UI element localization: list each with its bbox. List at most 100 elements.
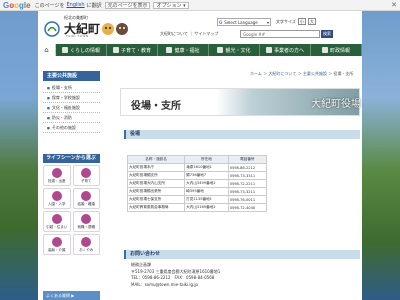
home-icon: ⌂ bbox=[44, 46, 49, 54]
title-photo-sign: 大紀町役場 bbox=[311, 99, 361, 110]
table-cell: 大紀町役場錦出張所 bbox=[126, 187, 186, 196]
nav-town-info[interactable]: 町政情報 bbox=[311, 44, 362, 56]
sidebar-item-offices[interactable]: 役場・支所 bbox=[43, 83, 100, 93]
page-title-banner: 役場・支所 大紀町役場 bbox=[120, 88, 361, 116]
table-row: 大紀町教育委員会事務局 大内山3169番地2 0598-72-4040 bbox=[126, 203, 268, 212]
sidebar-item-schools[interactable]: 保育・学校施設 bbox=[43, 93, 100, 103]
table-cell: 崎395番地 bbox=[184, 187, 229, 196]
table-cell: 0598-72-2211 bbox=[227, 179, 268, 188]
sidebar-item-disaster[interactable]: 防災・消防 bbox=[43, 113, 100, 123]
table-cell: 0598-86-2212 bbox=[227, 163, 268, 172]
translate-prompt: このページを bbox=[34, 2, 65, 9]
page-title: 役場・支所 bbox=[131, 101, 181, 112]
table-cell: 大紀町役場本庁 bbox=[126, 163, 186, 172]
chevron-down-icon: ▾ bbox=[266, 19, 269, 25]
language-select[interactable]: G Select Language ▾ bbox=[217, 18, 271, 26]
main-nav: ⌂ くらしの情報 子育て・教育 健康・福祉 観光・文化 事業者の方へ 町政情報 bbox=[38, 44, 362, 56]
life-childcare-button[interactable]: 子育て bbox=[72, 165, 100, 186]
section-heading-offices: 役場 bbox=[124, 130, 360, 139]
close-icon[interactable]: ✕ bbox=[391, 1, 397, 9]
language-link[interactable]: English bbox=[67, 2, 85, 8]
header-links[interactable]: 大紀町について ｜ サイトマップ bbox=[160, 31, 218, 37]
mascot-characters-icon bbox=[102, 23, 128, 35]
nav-business[interactable]: 事業者の方へ bbox=[260, 44, 311, 56]
table-cell: 大紀町教育委員会事務局 bbox=[126, 203, 186, 212]
nav-childcare[interactable]: 子育て・教育 bbox=[107, 44, 158, 56]
table-row: 大紀町役場錦出張所 崎395番地 0598-73-3211 bbox=[126, 187, 268, 196]
options-button[interactable]: オプション ▾ bbox=[153, 1, 189, 9]
sidebar-menu: 役場・支所 保育・学校施設 文化・福祉施設 防災・消防 その他の施設 bbox=[43, 83, 100, 133]
life-school-button[interactable]: 入園・入学 bbox=[43, 188, 71, 209]
life-bereavement-button[interactable]: おくやみ bbox=[72, 234, 100, 255]
house-icon bbox=[51, 214, 62, 224]
font-small-button[interactable]: 小 bbox=[297, 18, 306, 25]
table-cell: 0598-73-3211 bbox=[227, 187, 268, 196]
building-icon bbox=[265, 47, 272, 53]
camera-icon bbox=[217, 47, 224, 53]
heart-icon bbox=[166, 47, 173, 53]
logo-english: TAIKI TOWN bbox=[66, 34, 89, 38]
life-employment-button[interactable]: 就職・退職 bbox=[72, 211, 100, 232]
nav-living[interactable]: くらしの情報 bbox=[56, 44, 107, 56]
life-marriage-button[interactable]: 結婚・離婚 bbox=[72, 188, 100, 209]
nav-home[interactable]: ⌂ bbox=[38, 44, 56, 56]
offices-table: 名称・施設名 所在地 電話番号 大紀町役場本庁 滝原1610番地1 0598-86-… bbox=[126, 155, 268, 212]
breadcrumb: ホーム ＞ 大紀町について ＞ 主要公共施設 ＞ 役場・支所 bbox=[250, 71, 354, 76]
life-scene-grid: 妊娠・出産 子育て 入園・入学 結婚・離婚 引越・住まい 就職・退職 高齢・介護… bbox=[43, 165, 100, 255]
flower-icon bbox=[81, 237, 92, 247]
table-cell: 0598-76-0011 bbox=[227, 195, 268, 204]
life-pregnancy-button[interactable]: 妊娠・出産 bbox=[43, 165, 71, 186]
pregnancy-icon bbox=[51, 168, 62, 178]
translate-to-label: に翻訳 bbox=[86, 2, 102, 9]
contact-email[interactable]: MAIL：somu@town.mie-taiki.lg.jp bbox=[131, 282, 220, 289]
breadcrumb-about[interactable]: 大紀町について bbox=[268, 71, 296, 76]
search-input[interactable]: Google ## bbox=[240, 30, 320, 38]
background-scenery-right bbox=[362, 11, 400, 300]
table-cell: 滝原1610番地1 bbox=[184, 163, 229, 172]
section-heading-contact: お問い合わせ bbox=[124, 250, 360, 259]
table-cell: 錦736番地7 bbox=[184, 171, 229, 180]
table-cell: 大紀町役場大内山支所 bbox=[126, 179, 186, 188]
table-cell: 大内山3169番地2 bbox=[184, 203, 229, 212]
google-logo: Google bbox=[3, 0, 31, 10]
table-cell: 0598-73-3311 bbox=[227, 171, 268, 180]
table-header: 名称・施設名 bbox=[126, 155, 186, 164]
search-button[interactable]: 検索 bbox=[321, 30, 333, 38]
table-row: 大紀町役場大内山支所 大内山3499番地2 0598-72-2211 bbox=[126, 179, 268, 188]
breadcrumb-facilities[interactable]: 主要公共施設 bbox=[303, 71, 327, 76]
sidebar-item-other[interactable]: その他の施設 bbox=[43, 123, 100, 133]
table-cell: 0598-72-4040 bbox=[227, 203, 268, 212]
town-emblem-icon[interactable] bbox=[44, 21, 60, 37]
table-cell: 打見1135番地1 bbox=[184, 195, 229, 204]
briefcase-icon bbox=[81, 214, 92, 224]
font-large-button[interactable]: 大 bbox=[307, 18, 316, 25]
house-icon bbox=[61, 47, 68, 53]
table-row: 大紀町役場七保支所 打見1135番地1 0598-76-0011 bbox=[126, 195, 268, 204]
child-icon bbox=[112, 47, 119, 53]
show-original-button[interactable]: 元のページを表示 bbox=[104, 1, 151, 9]
life-moving-button[interactable]: 引越・住まい bbox=[43, 211, 71, 232]
nav-health[interactable]: 健康・福祉 bbox=[158, 44, 209, 56]
life-elderly-button[interactable]: 高齢・介護 bbox=[43, 234, 71, 255]
table-row: 大紀町役場錦支所 錦736番地7 0598-73-3311 bbox=[126, 171, 268, 180]
nav-tourism[interactable]: 観光・文化 bbox=[209, 44, 260, 56]
faq-link[interactable]: よくある質問 ▶ bbox=[43, 291, 100, 300]
breadcrumb-home[interactable]: ホーム bbox=[250, 71, 262, 76]
table-header: 所在地 bbox=[184, 155, 229, 164]
sidebar-heading: 主要公共施設 bbox=[43, 71, 100, 81]
table-header: 電話番号 bbox=[227, 155, 268, 164]
font-size-label: 文字サイズ bbox=[276, 18, 296, 24]
flag-icon bbox=[321, 47, 328, 53]
table-header-row: 名称・施設名 所在地 電話番号 bbox=[126, 155, 268, 164]
contact-phone: TEL：0598-86-2212 FAX：0598-84-0568 bbox=[131, 275, 215, 280]
life-scene-heading: ライフシーンから選ぶ bbox=[43, 154, 100, 163]
elderly-icon bbox=[51, 237, 62, 247]
contact-info: 総務企画課 〒519-2703 三重県度会郡大紀町滝原1610番地1 TEL：0… bbox=[131, 262, 220, 288]
sidebar-item-culture[interactable]: 文化・福祉施設 bbox=[43, 103, 100, 113]
background-scenery-left bbox=[0, 11, 38, 300]
table-row: 大紀町役場本庁 滝原1610番地1 0598-86-2212 bbox=[126, 163, 268, 172]
google-g-icon: G bbox=[219, 19, 223, 25]
school-icon bbox=[51, 191, 62, 201]
table-cell: 大紀町役場錦支所 bbox=[126, 171, 186, 180]
childcare-icon bbox=[81, 168, 92, 178]
